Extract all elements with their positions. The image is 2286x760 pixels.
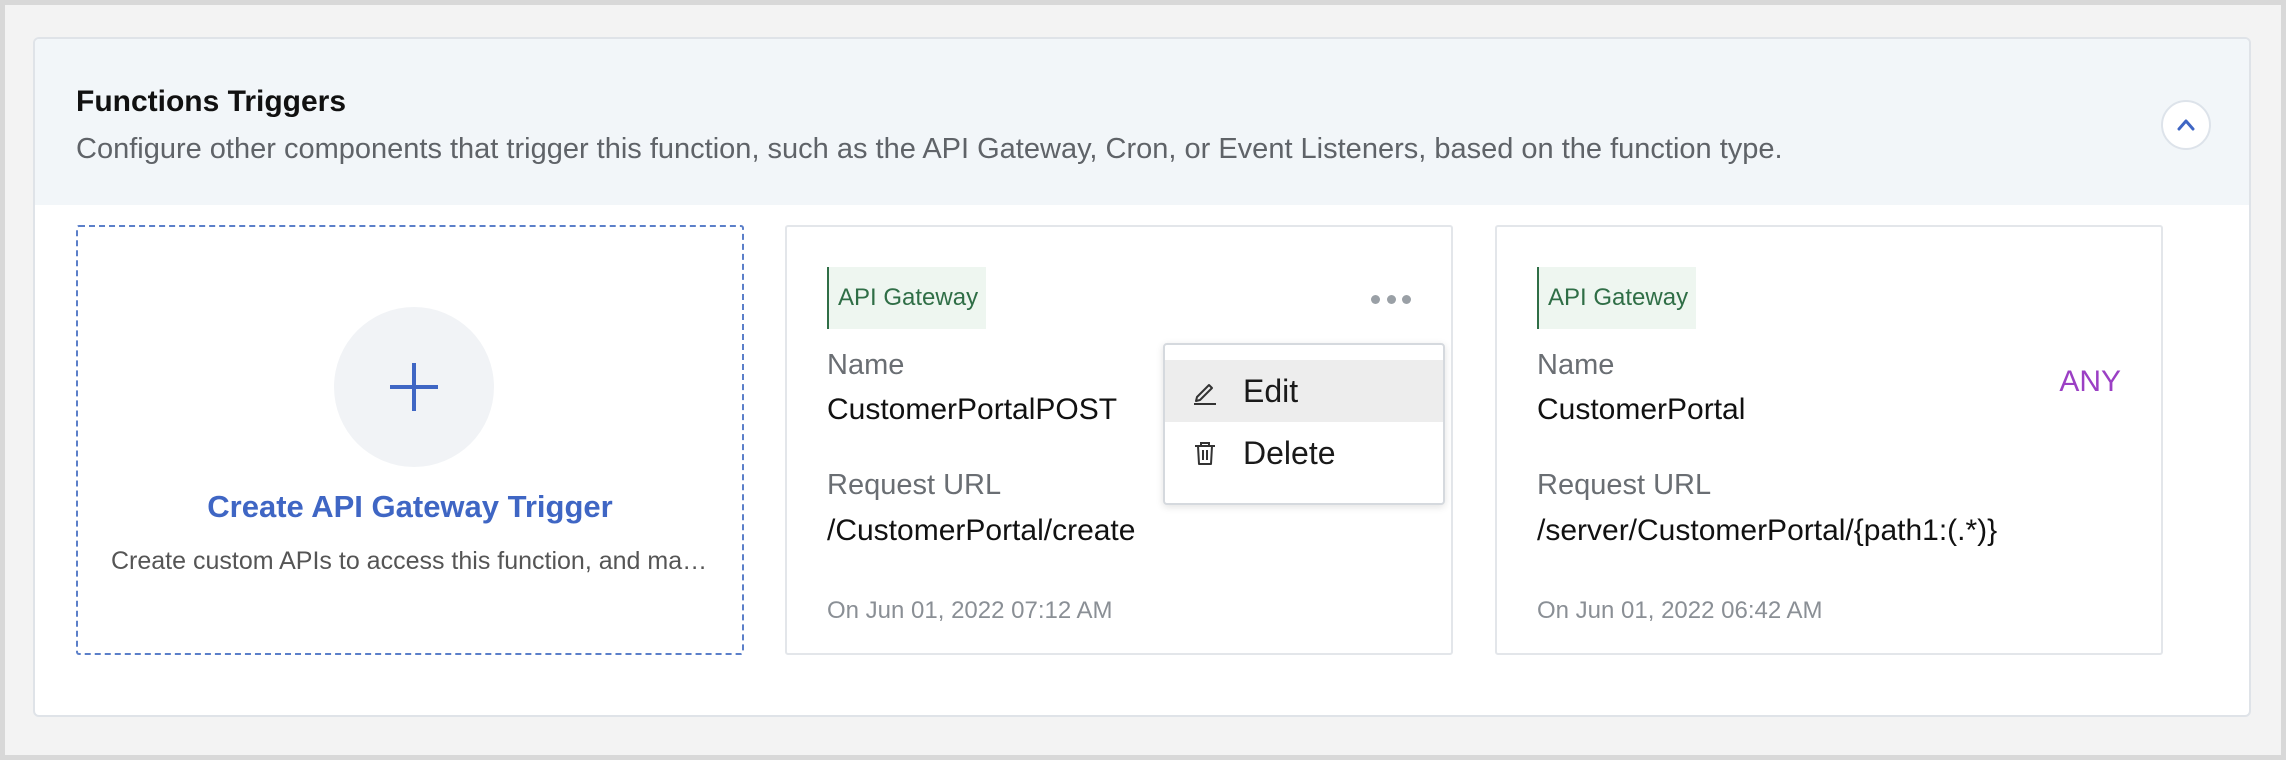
menu-item-label: Edit [1243,372,1299,409]
plus-button[interactable] [334,307,494,467]
more-dot [1371,294,1380,304]
trigger-type-badge: API Gateway [827,267,987,329]
create-trigger-description: Create custom APIs to access this functi… [111,547,715,575]
more-dot [1402,294,1411,304]
functions-triggers-panel: Functions Triggers Configure other compo… [33,37,2251,717]
trigger-type-badge: API Gateway [1537,267,1697,329]
collapse-button[interactable] [2161,100,2211,150]
name-label: Name [1537,349,1615,381]
request-url-label: Request URL [827,469,1002,501]
request-url-label: Request URL [1537,469,1712,501]
name-label: Name [827,349,905,381]
context-menu: Edit Delete [1163,343,1445,505]
trigger-date: On Jun 01, 2022 06:42 AM [1537,597,1823,624]
section-description: Configure other components that trigger … [76,133,1783,165]
more-options-button[interactable] [1371,289,1411,309]
menu-item-delete[interactable]: Delete [1165,422,1443,484]
menu-item-label: Delete [1243,434,1336,471]
trigger-name: CustomerPortal [1537,393,1746,426]
menu-item-edit[interactable]: Edit [1165,360,1443,422]
request-url: /CustomerPortal/create [827,514,1136,547]
request-url: /server/CustomerPortal/{path1:(.*)} [1537,514,1998,547]
section-title: Functions Triggers [76,85,347,118]
http-method-badge: ANY [2059,365,2121,398]
create-api-gateway-trigger-card[interactable]: Create API Gateway Trigger Create custom… [76,225,744,655]
window-frame: Functions Triggers Configure other compo… [0,0,2286,760]
chevron-up-icon [2177,119,2195,131]
trash-icon [1189,437,1221,469]
trigger-date: On Jun 01, 2022 07:12 AM [827,597,1113,624]
pencil-icon [1189,375,1221,407]
plus-icon [390,363,438,411]
trigger-name: CustomerPortalPOST [827,393,1118,426]
panel-header: Functions Triggers Configure other compo… [35,39,2249,205]
trigger-card[interactable]: API Gateway ANY Name CustomerPortal Requ… [1495,225,2163,655]
more-dot [1386,294,1396,304]
create-trigger-title[interactable]: Create API Gateway Trigger [78,489,742,525]
